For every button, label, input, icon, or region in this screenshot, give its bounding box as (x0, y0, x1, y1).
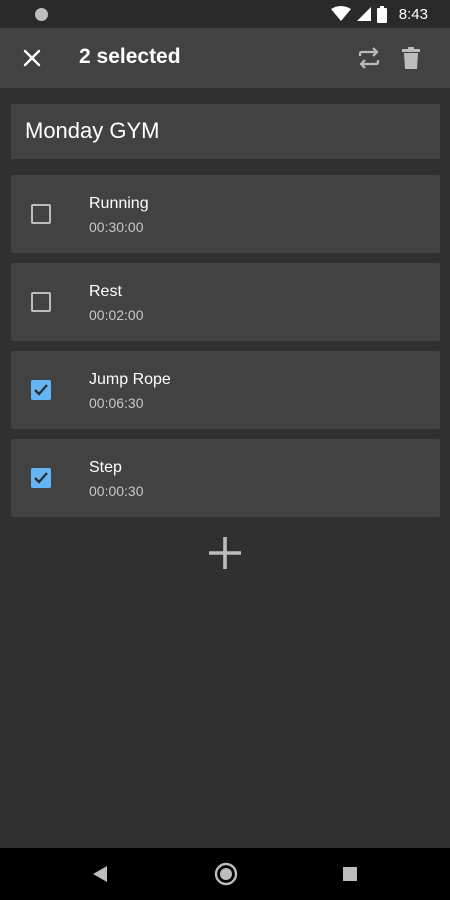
back-icon[interactable] (92, 865, 108, 883)
exercise-duration: 00:06:30 (89, 395, 144, 411)
exercise-duration: 00:02:00 (89, 307, 144, 323)
battery-icon (376, 5, 387, 23)
exercise-name: Jump Rope (89, 371, 171, 388)
exercise-checkbox[interactable] (31, 204, 51, 224)
workout-name-field[interactable]: Monday GYM (11, 104, 440, 159)
notification-dot-icon (35, 8, 48, 21)
delete-button[interactable] (393, 40, 429, 76)
repeat-icon (358, 47, 380, 69)
exercise-checkbox[interactable] (31, 292, 51, 312)
repeat-button[interactable] (351, 40, 387, 76)
signal-icon (356, 7, 371, 21)
exercise-name: Rest (89, 283, 122, 300)
add-exercise-button[interactable] (205, 533, 245, 573)
status-icons: 8:43 (330, 4, 428, 24)
selected-count: 2 selected (79, 45, 181, 68)
check-icon (34, 384, 48, 396)
check-icon (34, 472, 48, 484)
exercise-item-rest[interactable]: Rest 00:02:00 (11, 263, 440, 341)
close-button[interactable] (14, 40, 50, 76)
exercise-item-step[interactable]: Step 00:00:30 (11, 439, 440, 517)
exercise-checkbox[interactable] (31, 380, 51, 400)
screen: 8:43 2 selected Monday GYM Running 00:30… (0, 0, 450, 900)
plus-icon (209, 537, 241, 569)
navigation-bar (0, 848, 450, 900)
exercise-list: Running 00:30:00 Rest 00:02:00 Jump Rope… (11, 175, 440, 527)
exercise-item-jump-rope[interactable]: Jump Rope 00:06:30 (11, 351, 440, 429)
exercise-duration: 00:30:00 (89, 219, 144, 235)
exercise-item-running[interactable]: Running 00:30:00 (11, 175, 440, 253)
action-bar: 2 selected (0, 28, 450, 88)
close-icon (23, 49, 41, 67)
home-icon[interactable] (214, 862, 238, 886)
exercise-name: Step (89, 459, 122, 476)
exercise-checkbox[interactable] (31, 468, 51, 488)
wifi-icon (330, 6, 351, 21)
exercise-duration: 00:00:30 (89, 483, 144, 499)
status-bar: 8:43 (0, 0, 450, 28)
status-time: 8:43 (398, 5, 428, 23)
recents-icon[interactable] (343, 867, 357, 881)
delete-icon (402, 47, 420, 69)
exercise-name: Running (89, 195, 149, 212)
